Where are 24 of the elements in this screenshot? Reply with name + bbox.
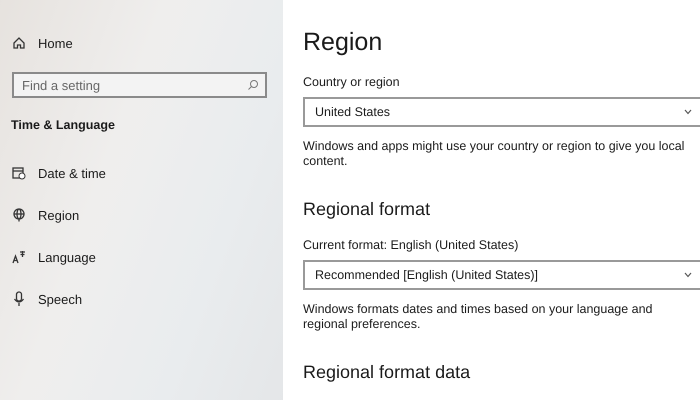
nav-item[interactable]: Language (38, 250, 96, 264)
calendar-clock-icon (12, 166, 26, 180)
dropdown[interactable]: United States (303, 97, 700, 127)
nav-item[interactable]: Region (38, 208, 80, 222)
field-label: Country or region (303, 75, 401, 89)
section-heading: Regional format data (303, 362, 472, 383)
microphone-icon (12, 291, 26, 307)
globe-icon (12, 208, 26, 222)
section-title: Time & Language (11, 118, 116, 132)
chevron-down-icon (684, 272, 692, 278)
description-text: Windows and apps might use your country or region to give you local content. (303, 139, 686, 169)
nav-item[interactable]: Speech (38, 292, 82, 306)
home-icon (12, 36, 26, 50)
nav-item[interactable]: Date & time (38, 166, 106, 180)
section-heading: Regional format (303, 199, 432, 220)
description-text: Windows formats dates and times based on your language and regional preferences. (303, 302, 654, 332)
field-label: Current format: English (United States) (303, 238, 520, 252)
chevron-down-icon (684, 109, 692, 115)
search-icon (247, 79, 259, 91)
dropdown[interactable]: Recommended [English (United States)] (303, 260, 700, 290)
page-title: Region (303, 28, 384, 57)
search-field[interactable]: Find a setting (12, 72, 267, 98)
home-link[interactable]: Home (38, 36, 73, 50)
language-icon (12, 250, 26, 264)
